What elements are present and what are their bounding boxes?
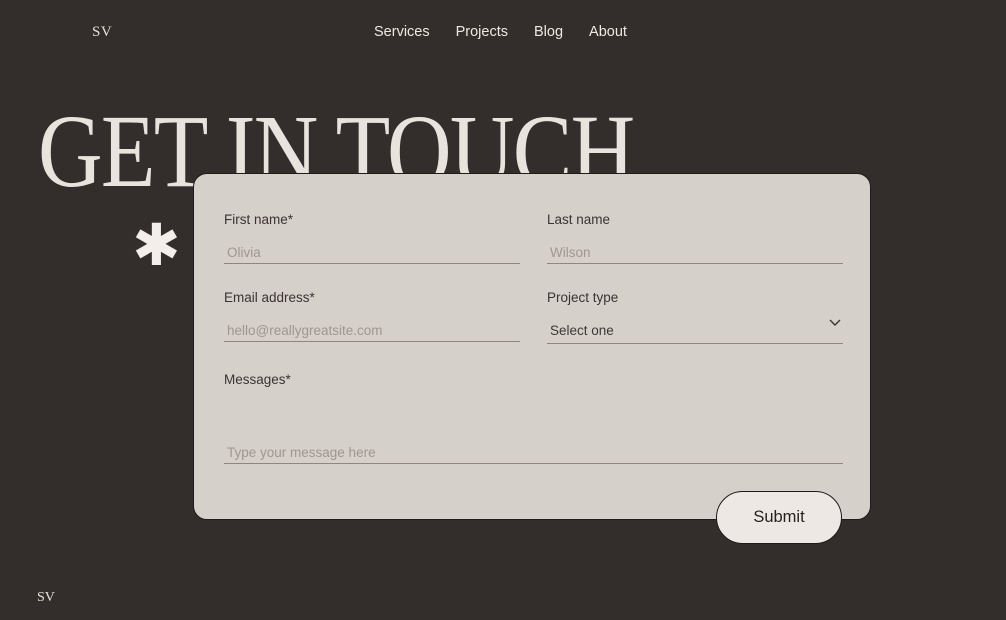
- site-logo[interactable]: SV: [92, 24, 112, 41]
- message-group: Messages*: [224, 372, 843, 466]
- last-name-label: Last name: [547, 212, 611, 227]
- first-name-input[interactable]: [224, 245, 520, 264]
- last-name-input[interactable]: [547, 245, 843, 264]
- project-type-label: Project type: [547, 290, 619, 305]
- email-label: Email address*: [224, 290, 315, 305]
- last-name-group: Last name: [547, 212, 843, 266]
- main-nav: Services Projects Blog About: [374, 24, 627, 40]
- asterisk-icon: ✱: [132, 211, 181, 279]
- nav-link-blog[interactable]: Blog: [534, 24, 563, 40]
- message-input[interactable]: [224, 445, 843, 464]
- nav-link-services[interactable]: Services: [374, 24, 430, 40]
- project-type-group: Project type Select one: [547, 290, 843, 344]
- message-label: Messages*: [224, 372, 291, 387]
- contact-form: First name* Last name Email address* Pro…: [193, 173, 871, 520]
- email-group: Email address*: [224, 290, 520, 344]
- nav-link-projects[interactable]: Projects: [456, 24, 508, 40]
- nav-link-about[interactable]: About: [589, 24, 627, 40]
- first-name-group: First name*: [224, 212, 520, 266]
- email-input[interactable]: [224, 323, 520, 342]
- first-name-label: First name*: [224, 212, 294, 227]
- chevron-down-icon[interactable]: [829, 317, 841, 327]
- footer-logo[interactable]: SV: [37, 590, 55, 606]
- submit-button[interactable]: Submit: [716, 491, 842, 544]
- project-type-value: Select one: [550, 323, 614, 338]
- project-type-select[interactable]: Select one: [547, 323, 843, 344]
